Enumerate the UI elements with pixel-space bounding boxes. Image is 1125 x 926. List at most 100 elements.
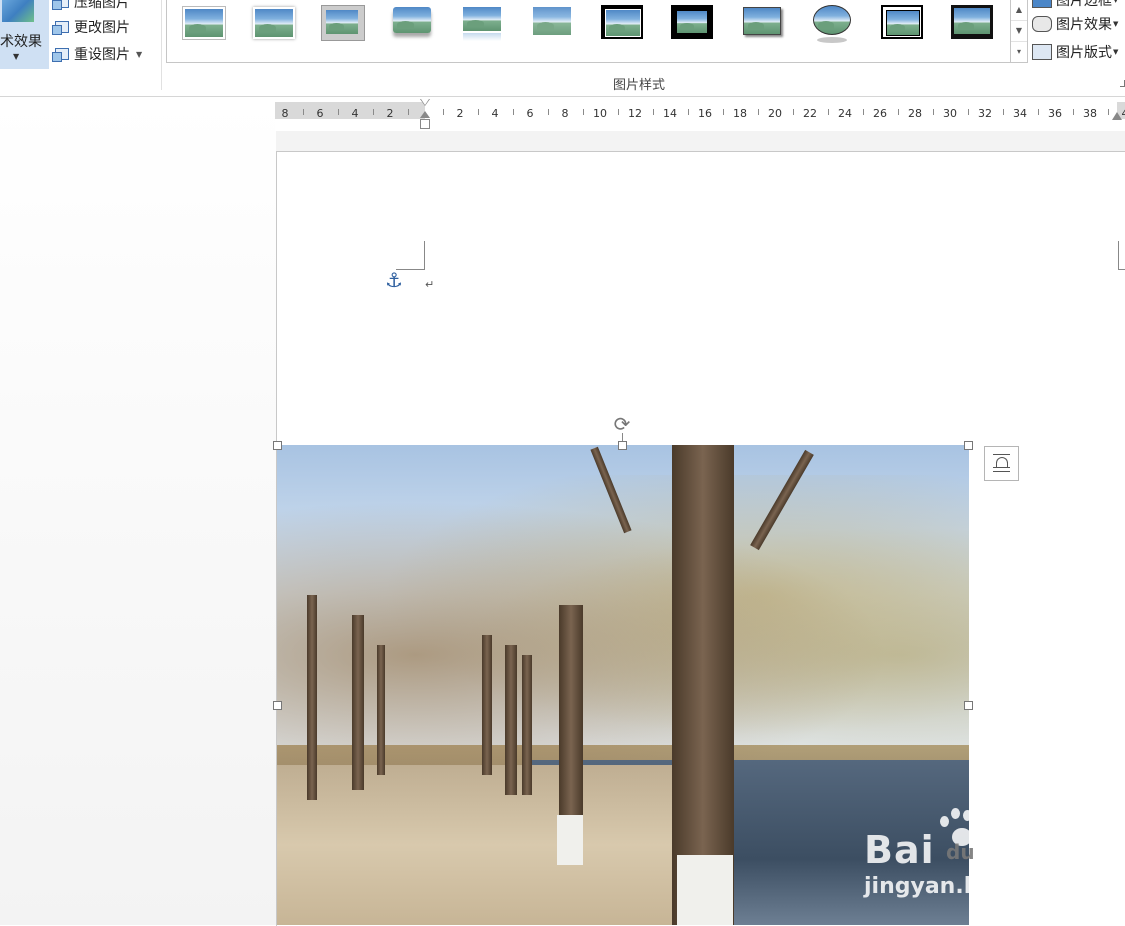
ruler-tick-label: 6 (317, 108, 324, 119)
ruler-tick-mark (303, 109, 304, 115)
style-drop-shadow[interactable] (741, 5, 783, 39)
layout-options-button[interactable] (984, 446, 1019, 481)
right-indent-marker[interactable] (1112, 112, 1122, 120)
ruler-tick-mark (478, 109, 479, 115)
ruler-tick-mark (828, 109, 829, 115)
chevron-down-icon[interactable]: ▼ (136, 50, 142, 59)
ruler-tick-mark (373, 109, 374, 115)
style-soft-edge-frame[interactable] (251, 5, 293, 39)
hanging-indent-marker[interactable] (420, 111, 430, 129)
picture-styles-gallery (166, 0, 1012, 63)
resize-handle-top-right[interactable] (964, 441, 973, 450)
anchor-icon[interactable]: ⚓ (385, 270, 403, 290)
picture-effects-icon (1032, 16, 1052, 32)
ruler-tick-label: 38 (1083, 108, 1097, 119)
ruler-tick-mark (653, 109, 654, 115)
resize-handle-top-left[interactable] (273, 441, 282, 450)
picture-border-button[interactable]: 图片边框 ▼ (1032, 0, 1118, 11)
ruler-tick-label: 16 (698, 108, 712, 119)
gallery-scroll-up[interactable]: ▲ (1011, 0, 1027, 21)
ruler-tick-label: 6 (527, 108, 534, 119)
picture-styles-group-label: 图片样式 (576, 74, 702, 93)
ruler-tick-label: 14 (663, 108, 677, 119)
chevron-down-icon: ▼ (13, 52, 19, 61)
style-thin-black-frame[interactable] (951, 5, 993, 39)
ruler-tick-label: 2 (457, 108, 464, 119)
ruler-tick-label: 22 (803, 108, 817, 119)
reset-picture-icon (52, 46, 70, 62)
group-separator (161, 0, 162, 90)
ruler-tick-mark (898, 109, 899, 115)
artistic-effects-button[interactable]: 术效果 ▼ (0, 0, 49, 69)
artistic-effects-label: 术效果 (0, 31, 42, 51)
ruler-tick-mark (793, 109, 794, 115)
picture-effects-label: 图片效果 (1056, 14, 1112, 34)
ruler-tick-mark (968, 109, 969, 115)
change-picture-icon (52, 19, 70, 35)
ribbon: 术效果 ▼ 压缩图片 更改图片 重设图片 ▼ (0, 0, 1125, 97)
compress-picture-label: 压缩图片 (74, 0, 130, 12)
style-shadow-rectangle[interactable] (321, 5, 365, 41)
watermark-url: jingyan.baidu.com (864, 874, 1093, 899)
picture-effects-button[interactable]: 图片效果 ▼ (1032, 13, 1118, 35)
ruler-tick-mark (723, 109, 724, 115)
ruler-tick-label: 24 (838, 108, 852, 119)
watermark-brand: Bai (864, 828, 935, 872)
style-reflected-rounded[interactable] (461, 5, 503, 45)
ruler-tick-mark (758, 109, 759, 115)
ruler-tick-mark (688, 109, 689, 115)
style-black-matte[interactable] (671, 5, 713, 39)
ruler-tick-mark (1073, 109, 1074, 115)
reset-picture-button[interactable]: 重设图片 ▼ (52, 43, 142, 65)
picture-layout-button[interactable]: 图片版式 ▼ (1032, 41, 1118, 63)
ruler-tick-label: 12 (628, 108, 642, 119)
resize-handle-top[interactable] (618, 441, 627, 450)
artistic-effects-icon (2, 0, 34, 22)
ruler-tick-mark (1003, 109, 1004, 115)
ruler-tick-label: 26 (873, 108, 887, 119)
chevron-down-icon: ▼ (1113, 0, 1118, 4)
style-double-frame-black[interactable] (881, 5, 923, 39)
chevron-down-icon: ▼ (1113, 48, 1118, 56)
ruler-tick-label: 4 (352, 108, 359, 119)
picture-layout-label: 图片版式 (1056, 42, 1112, 62)
ruler-tick-mark (618, 109, 619, 115)
navigation-pane (0, 97, 276, 925)
change-picture-label: 更改图片 (74, 17, 130, 37)
ruler-tick-label: 8 (562, 108, 569, 119)
style-reflected-bevel[interactable] (391, 5, 433, 39)
ruler-tick-label: 36 (1048, 108, 1062, 119)
ruler-tick-label: 30 (943, 108, 957, 119)
change-picture-button[interactable]: 更改图片 (52, 16, 130, 38)
reset-picture-label: 重设图片 (74, 44, 130, 64)
ruler-tick-mark (863, 109, 864, 115)
gallery-more-button[interactable]: ▾ (1011, 42, 1027, 62)
style-oval[interactable] (811, 5, 853, 45)
ruler-tick-mark (1108, 109, 1109, 115)
ruler-tick-label: 4 (492, 108, 499, 119)
resize-handle-left[interactable] (273, 701, 282, 710)
first-line-indent-marker[interactable] (420, 99, 430, 106)
ruler-tick-mark (583, 109, 584, 115)
rotate-handle-icon[interactable]: ⟳ (612, 414, 632, 434)
text-boundary-corner (1118, 241, 1119, 270)
ruler-tick-label: 10 (593, 108, 607, 119)
style-simple-frame-white[interactable] (181, 5, 223, 39)
dialog-launcher-icon[interactable] (1120, 80, 1125, 87)
ruler-tick-label: 4 (1122, 108, 1125, 119)
picture-border-label: 图片边框 (1056, 0, 1112, 10)
style-thick-black-frame[interactable] (601, 5, 643, 39)
style-soft-edge-rect[interactable] (531, 5, 573, 39)
paragraph-mark: ↵ (425, 278, 434, 291)
text-boundary-corner (424, 241, 425, 270)
ruler-tick-label: 8 (282, 108, 289, 119)
ruler-tick-mark (513, 109, 514, 115)
horizontal-ruler[interactable]: 864224681012141618202224262830323436384 (275, 97, 1125, 131)
ruler-tick-mark (548, 109, 549, 115)
compress-picture-button[interactable]: 压缩图片 (52, 0, 130, 13)
picture-layout-icon (1032, 44, 1052, 60)
watermark-brand-jingyan: 经验 (992, 834, 1048, 874)
text-boundary-corner (1118, 269, 1125, 270)
gallery-scroll-down[interactable]: ▼ (1011, 21, 1027, 42)
resize-handle-right[interactable] (964, 701, 973, 710)
